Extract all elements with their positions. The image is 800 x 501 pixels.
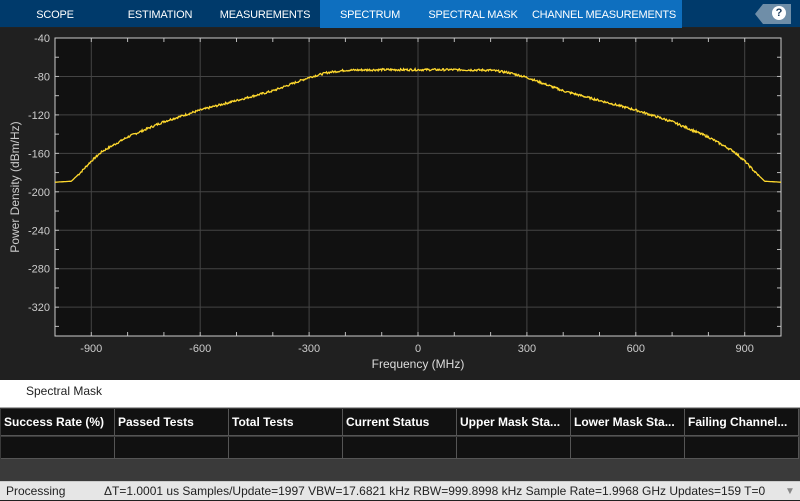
x-tick-label: -900	[80, 343, 102, 355]
column-header[interactable]: Passed Tests	[115, 409, 229, 436]
spectral-mask-table: Success Rate (%) Passed Tests Total Tests C…	[0, 407, 800, 481]
y-tick-label: -280	[28, 264, 50, 276]
y-tick-label: -320	[28, 302, 50, 314]
help-button[interactable]: ?	[755, 4, 791, 24]
x-tick-label: 900	[736, 343, 754, 355]
y-axis-label: Power Density (dBm/Hz)	[8, 121, 22, 252]
status-bar: Processing ΔT=1.0001 us Samples/Update=1…	[0, 481, 800, 500]
table-cell	[457, 437, 571, 459]
column-header[interactable]: Lower Mask Sta...	[571, 409, 685, 436]
y-tick-label: -40	[34, 33, 50, 45]
x-tick-label: -600	[189, 343, 211, 355]
x-tick-label: -300	[298, 343, 320, 355]
tab-scope[interactable]: SCOPE	[0, 0, 110, 28]
table-cell	[343, 437, 457, 459]
status-info: ΔT=1.0001 us Samples/Update=1997 VBW=17.…	[104, 484, 766, 498]
y-tick-label: -200	[28, 187, 50, 199]
spectral-mask-panel: Spectral Mask Success Rate (%) Passed Tes…	[0, 380, 800, 500]
tab-channel-measurements[interactable]: CHANNEL MEASUREMENTS	[526, 0, 682, 28]
x-axis-label: Frequency (MHz)	[372, 357, 465, 371]
column-header[interactable]: Success Rate (%)	[1, 409, 115, 436]
x-tick-label: 600	[627, 343, 645, 355]
y-tick-label: -240	[28, 225, 50, 237]
y-tick-label: -160	[28, 148, 50, 160]
column-header[interactable]: Current Status	[343, 409, 457, 436]
status-state: Processing	[6, 484, 66, 498]
panel-title: Spectral Mask	[26, 384, 103, 398]
table-cell	[229, 437, 343, 459]
y-tick-label: -80	[34, 71, 50, 83]
help-icon: ?	[772, 6, 786, 20]
table-cell	[115, 437, 229, 459]
tab-estimation[interactable]: ESTIMATION	[110, 0, 210, 28]
spectrum-chart: -900 -600 -300 0 300 600 900 -40 -80 -120 -160 -200…	[8, 33, 782, 371]
y-tick-label: -120	[28, 110, 50, 122]
tab-measurements[interactable]: MEASUREMENTS	[210, 0, 320, 28]
x-tick-label: 0	[415, 343, 421, 355]
table-cell	[571, 437, 685, 459]
dropdown-arrow-icon[interactable]: ▼	[785, 482, 795, 501]
column-header[interactable]: Upper Mask Sta...	[457, 409, 571, 436]
table-cell	[685, 437, 799, 459]
tab-spectrum[interactable]: SPECTRUM	[320, 0, 420, 28]
x-tick-label: 300	[518, 343, 536, 355]
tab-spectral-mask[interactable]: SPECTRAL MASK	[420, 0, 526, 28]
tab-bar: SCOPE ESTIMATION MEASUREMENTS SPECTRUM S…	[0, 0, 800, 28]
column-header[interactable]: Total Tests	[229, 409, 343, 436]
column-header[interactable]: Failing Channel...	[685, 409, 799, 436]
table-cell	[1, 437, 115, 459]
